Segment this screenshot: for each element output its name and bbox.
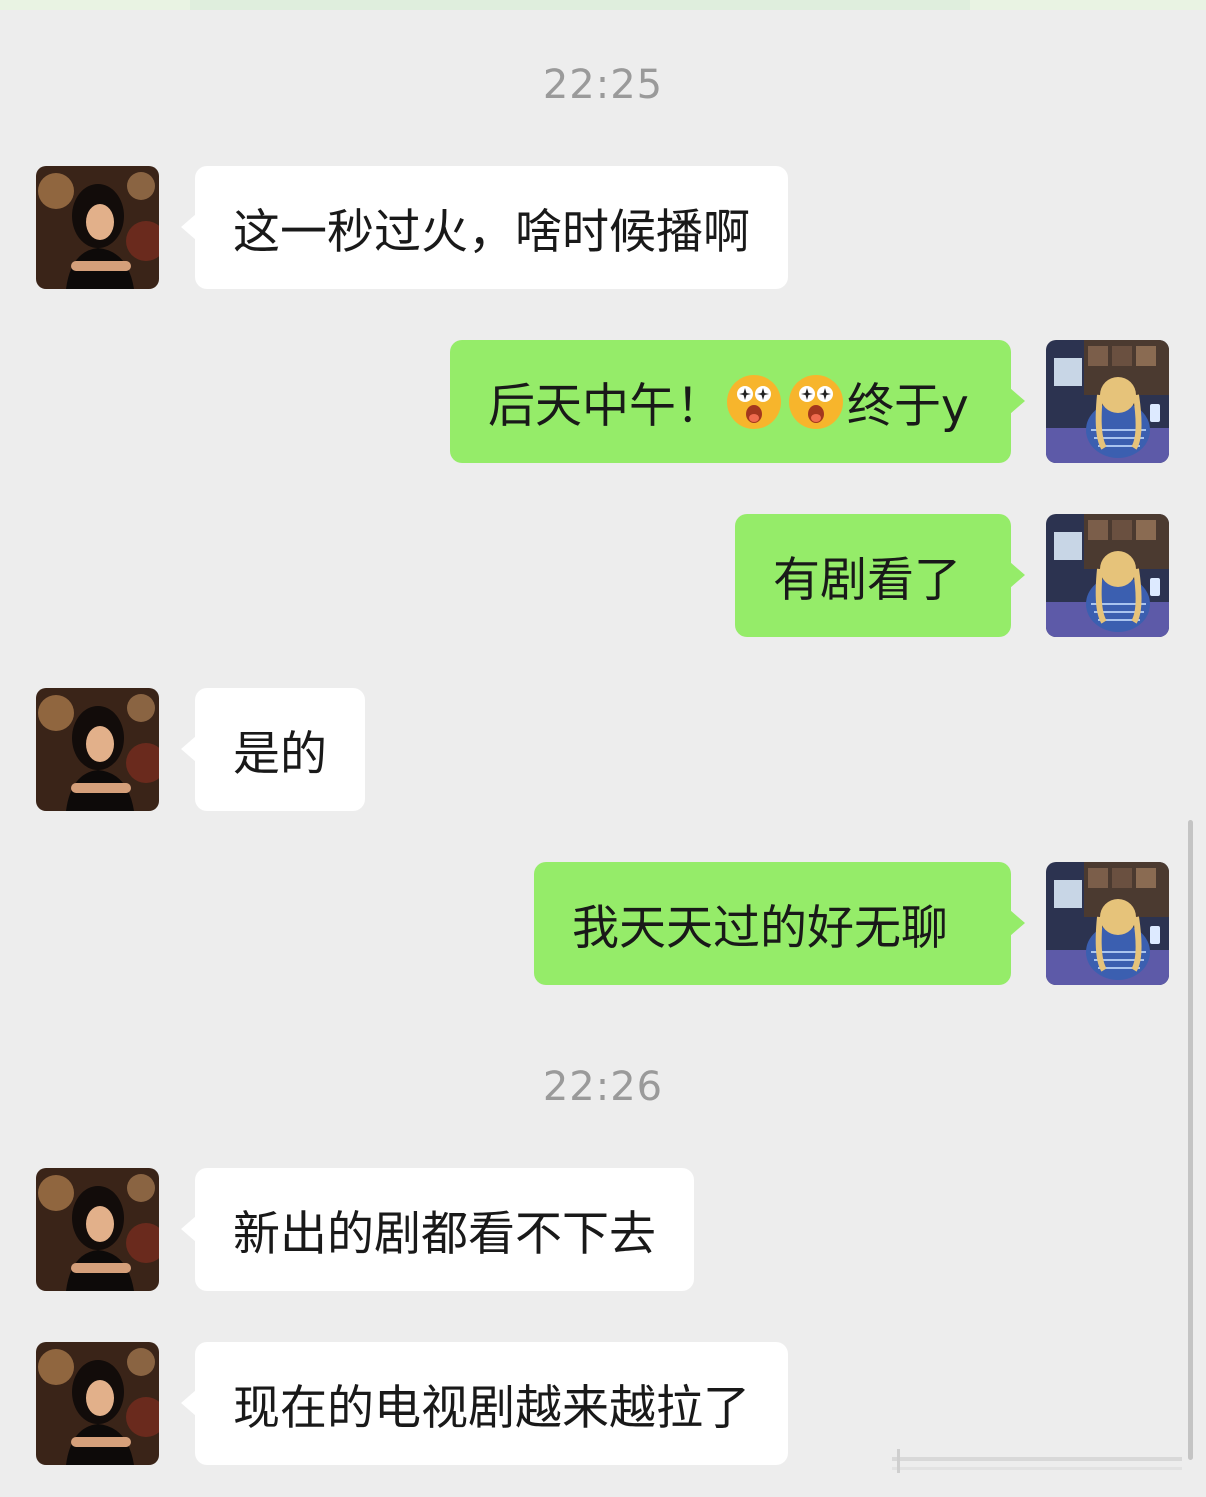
- my-avatar[interactable]: [1046, 514, 1169, 637]
- incoming-message-bubble[interactable]: 这一秒过火，啥时候播啊: [181, 166, 788, 289]
- message-row: 是的: [0, 688, 1206, 811]
- contact-avatar[interactable]: [36, 166, 159, 289]
- incoming-message-bubble[interactable]: 新出的剧都看不下去: [181, 1168, 694, 1291]
- timestamp: 22:25: [542, 62, 664, 108]
- watermark-lines: [862, 1447, 1192, 1477]
- outgoing-message-bubble[interactable]: 后天中午！ 终于y: [450, 340, 1025, 463]
- contact-avatar[interactable]: [36, 688, 159, 811]
- message-row: 这一秒过火，啥时候播啊: [0, 166, 1206, 289]
- outgoing-message-bubble[interactable]: 有剧看了: [735, 514, 1025, 637]
- outgoing-message-bubble[interactable]: 我天天过的好无聊: [534, 862, 1025, 985]
- message-text: 这一秒过火，啥时候播啊: [233, 205, 750, 260]
- astonished-face-emoji-icon: [787, 373, 845, 431]
- my-avatar[interactable]: [1046, 340, 1169, 463]
- top-strip: [0, 0, 1206, 10]
- incoming-message-bubble[interactable]: 现在的电视剧越来越拉了: [181, 1342, 788, 1465]
- contact-avatar[interactable]: [36, 1168, 159, 1291]
- top-strip-line: [190, 0, 970, 10]
- message-text: 现在的电视剧越来越拉了: [233, 1381, 750, 1436]
- message-text: 我天天过的好无聊: [572, 901, 948, 956]
- timestamp: 22:26: [542, 1064, 664, 1110]
- astonished-face-emoji-icon: [725, 373, 783, 431]
- message-text: 后天中午！: [488, 379, 723, 434]
- message-row: 有剧看了: [0, 514, 1206, 637]
- my-avatar[interactable]: [1046, 862, 1169, 985]
- message-text: 新出的剧都看不下去: [233, 1207, 656, 1262]
- incoming-message-bubble[interactable]: 是的: [181, 688, 365, 811]
- message-row: 新出的剧都看不下去: [0, 1168, 1206, 1291]
- message-text: 有剧看了: [773, 553, 961, 608]
- scrollbar[interactable]: [1188, 820, 1193, 1460]
- contact-avatar[interactable]: [36, 1342, 159, 1465]
- message-row: 我天天过的好无聊: [0, 862, 1206, 985]
- message-row: 后天中午！ 终于y: [0, 340, 1206, 463]
- message-text: 终于y: [847, 379, 969, 434]
- message-text: 是的: [233, 727, 327, 782]
